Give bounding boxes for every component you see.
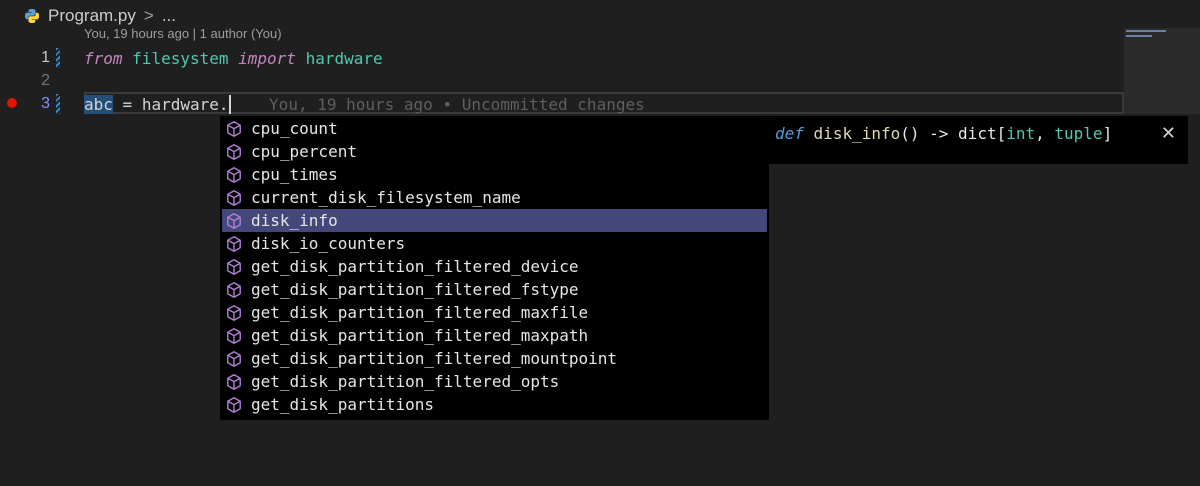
suggestion-label: cpu_count bbox=[251, 119, 338, 138]
suggestion-item[interactable]: cpu_times bbox=[222, 163, 767, 186]
symbol-method-icon bbox=[225, 212, 243, 230]
assign-operator: = bbox=[112, 95, 142, 114]
symbol-method-icon bbox=[225, 235, 243, 253]
suggestion-item[interactable]: get_disk_partition_filtered_maxfile bbox=[222, 301, 767, 324]
suggestion-item[interactable]: cpu_count bbox=[222, 117, 767, 140]
suggestion-label: get_disk_partition_filtered_maxpath bbox=[251, 326, 589, 345]
variable-abc: abc bbox=[84, 95, 113, 114]
signature-part: ] bbox=[1102, 124, 1113, 143]
line-number: 2 bbox=[41, 72, 50, 89]
symbol-method-icon bbox=[225, 350, 243, 368]
git-added-marker[interactable] bbox=[56, 48, 60, 68]
code-line-1[interactable]: from filesystem import hardware bbox=[84, 49, 383, 68]
suggestion-label: cpu_times bbox=[251, 165, 338, 184]
suggestion-item[interactable]: disk_info bbox=[222, 209, 767, 232]
suggestion-label: get_disk_partition_filtered_opts bbox=[251, 372, 560, 391]
import-name: hardware bbox=[305, 49, 383, 68]
symbol-method-icon bbox=[225, 258, 243, 276]
def-keyword: def bbox=[775, 124, 804, 143]
breadcrumb: Program.py > ... bbox=[24, 4, 176, 28]
breadcrumb-file[interactable]: Program.py bbox=[48, 6, 136, 26]
suggestion-item[interactable]: get_disk_partition_filtered_fstype bbox=[222, 278, 767, 301]
type-int: int bbox=[1006, 124, 1036, 143]
suggestion-label: get_disk_partition_filtered_mountpoint bbox=[251, 349, 618, 368]
breakpoint-icon[interactable] bbox=[7, 98, 17, 108]
dot-operator: . bbox=[218, 95, 229, 114]
symbol-method-icon bbox=[225, 120, 243, 138]
module-name: filesystem bbox=[132, 49, 229, 68]
suggestion-item[interactable]: get_disk_partition_filtered_mountpoint bbox=[222, 347, 767, 370]
symbol-method-icon bbox=[225, 419, 243, 420]
symbol-method-icon bbox=[225, 166, 243, 184]
line-number: 3 bbox=[41, 95, 50, 112]
suggest-details: def disk_info() -> dict[int, tuple] ✕ bbox=[769, 116, 1188, 164]
signature: def disk_info() -> dict[int, tuple] bbox=[775, 124, 1112, 143]
symbol-method-icon bbox=[225, 143, 243, 161]
keyword-import: import bbox=[238, 49, 296, 68]
suggestion-item-partial[interactable] bbox=[222, 416, 767, 420]
suggestion-label: cpu_percent bbox=[251, 142, 357, 161]
line-number: 1 bbox=[41, 49, 50, 66]
signature-part: , bbox=[1035, 124, 1055, 143]
close-icon[interactable]: ✕ bbox=[1161, 123, 1176, 144]
suggestion-item[interactable]: get_disk_partitions bbox=[222, 393, 767, 416]
signature-part: () -> dict[ bbox=[900, 124, 1007, 143]
suggestion-item[interactable]: get_disk_partition_filtered_opts bbox=[222, 370, 767, 393]
suggestion-item[interactable]: current_disk_filesystem_name bbox=[222, 186, 767, 209]
suggestion-label: get_disk_partition_filtered_fstype bbox=[251, 280, 579, 299]
suggestion-label: disk_io_counters bbox=[251, 234, 406, 253]
suggestion-label: get_disk_partition_filtered_device bbox=[251, 257, 579, 276]
symbol-method-icon bbox=[225, 304, 243, 322]
suggestion-label: get_disk_partition_filtered_maxfile bbox=[251, 303, 589, 322]
suggest-widget[interactable]: cpu_count cpu_percent cpu_times current_dis… bbox=[220, 116, 769, 420]
suggestion-label: get_disk_partitions bbox=[251, 395, 435, 414]
suggestion-label: disk_info bbox=[251, 211, 338, 230]
function-name: disk_info bbox=[813, 124, 901, 143]
minimap[interactable] bbox=[1124, 28, 1200, 114]
suggestion-item[interactable]: cpu_percent bbox=[222, 140, 767, 163]
chevron-right-icon: > bbox=[143, 6, 154, 25]
suggestion-label: current_disk_filesystem_name bbox=[251, 188, 521, 207]
suggestion-item[interactable]: disk_io_counters bbox=[222, 232, 767, 255]
suggestion-item[interactable]: get_disk_partition_filtered_device bbox=[222, 255, 767, 278]
inline-blame: You, 19 hours ago • Uncommitted changes bbox=[269, 95, 645, 114]
type-tuple: tuple bbox=[1054, 124, 1103, 143]
keyword-from: from bbox=[84, 49, 123, 68]
code-line-3[interactable]: abc = hardware. You, 19 hours ago • Unco… bbox=[84, 95, 645, 114]
symbol-method-icon bbox=[225, 373, 243, 391]
codelens-blame[interactable]: You, 19 hours ago | 1 author (You) bbox=[84, 26, 282, 41]
breadcrumb-more[interactable]: ... bbox=[162, 6, 176, 26]
suggestion-item[interactable]: get_disk_partition_filtered_maxpath bbox=[222, 324, 767, 347]
git-added-marker[interactable] bbox=[56, 94, 60, 114]
object-hardware: hardware bbox=[141, 95, 219, 114]
symbol-method-icon bbox=[225, 189, 243, 207]
python-icon bbox=[25, 9, 39, 23]
symbol-method-icon bbox=[225, 327, 243, 345]
symbol-method-icon bbox=[225, 396, 243, 414]
symbol-method-icon bbox=[225, 281, 243, 299]
